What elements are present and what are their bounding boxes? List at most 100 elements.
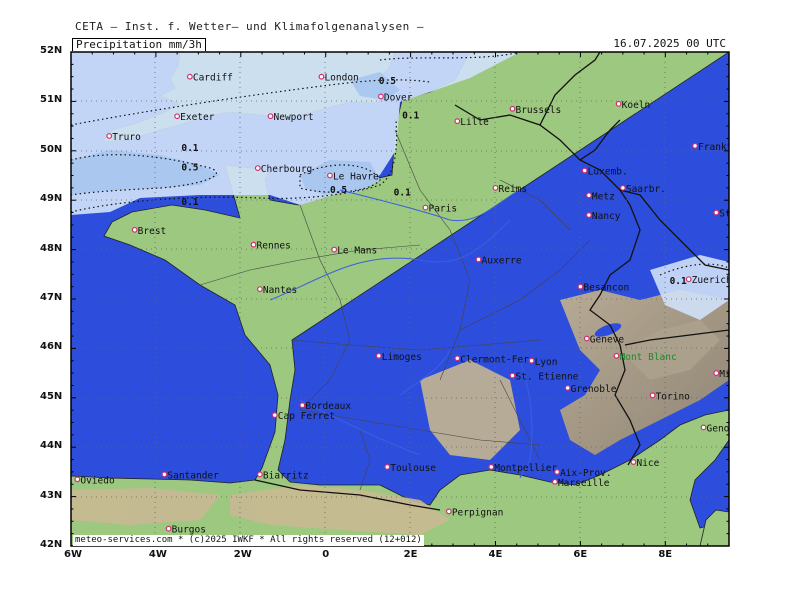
city-label: Marseille [558, 478, 610, 489]
city-dot [250, 241, 257, 248]
lat-tick-label: 46N [40, 341, 63, 353]
city-dot [299, 402, 306, 409]
lon-tick-label: 6E [573, 549, 588, 560]
city-marker: Cardiff [186, 73, 233, 84]
city-dot [700, 424, 707, 431]
city-dot [445, 508, 452, 515]
city-label: Luxemb. [588, 167, 628, 178]
city-dot [554, 469, 560, 475]
city-marker: Marseille [552, 478, 610, 489]
city-label: Nantes [263, 285, 297, 296]
city-label: Cherbourg [261, 164, 312, 175]
city-dot [586, 212, 592, 218]
city-label: Torino [656, 391, 691, 402]
city-label: St. Etienne [515, 372, 578, 383]
contour-label: 0.1 [394, 187, 411, 198]
city-dot [692, 142, 698, 149]
city-marker: Frankfurt [692, 142, 749, 153]
city-label: Grenoble [571, 384, 617, 395]
variable-label: Precipitation mm/3h [72, 38, 206, 51]
city-dot [271, 412, 278, 418]
lat-tick-label: 52N [40, 45, 63, 56]
city-label: Mont Blanc [620, 352, 677, 363]
city-marker: Reims [492, 184, 528, 195]
contour-label: 0.5 [379, 76, 396, 87]
footer-credit: meteo-services.com * (c)2025 IWKF * All … [73, 535, 424, 546]
city-marker: Mont Blanc [613, 352, 677, 363]
city-label: Truro [112, 132, 141, 143]
city-dot [509, 372, 516, 379]
city-dot [106, 133, 113, 139]
city-marker: Rennes [250, 241, 291, 252]
city-label: Montpellier [494, 463, 557, 474]
map-plot-area: 0.5 0.1 0.1 0.5 0.5 0.1 0.1 0.1 Cardiff London Do… [71, 52, 749, 546]
city-marker: Koeln [615, 100, 650, 111]
city-label: Biarritz [263, 470, 309, 481]
city-marker: Montpellier [488, 463, 557, 474]
city-marker: London [318, 73, 359, 84]
city-marker: Brest [131, 226, 167, 237]
precipitation-map: 0.5 0.1 0.1 0.5 0.5 0.1 0.1 0.1 Cardiff London Do… [70, 51, 749, 547]
lat-tick-label: 48N [40, 242, 63, 254]
city-marker: Le Mans [331, 246, 377, 257]
lon-tick-label: 4E [488, 549, 503, 560]
city-marker: Genova [700, 423, 729, 434]
lon-tick-label: 2W [233, 549, 252, 560]
city-marker: Exeter [174, 112, 215, 123]
city-marker: Lille [454, 117, 489, 128]
city-marker: Stuttgart [713, 209, 729, 220]
lat-tick-label: 42N [40, 539, 63, 550]
city-dot [713, 209, 720, 216]
city-dot [454, 355, 461, 362]
contour-label: 0.1 [402, 111, 419, 122]
city-marker: Cherbourg [254, 164, 312, 175]
contour-label: 0.1 [670, 276, 687, 287]
city-dot [552, 478, 558, 485]
city-label: Brest [138, 226, 167, 237]
city-dot [254, 165, 261, 171]
city-dot [174, 113, 181, 120]
city-marker: Biarritz [257, 470, 309, 481]
city-dot [488, 464, 495, 470]
city-label: Lille [460, 117, 489, 128]
city-dot [74, 476, 81, 483]
city-marker: Geneve [583, 335, 625, 346]
city-marker: Nancy [586, 211, 621, 222]
city-label: Limoges [382, 352, 422, 363]
city-marker: Paris [422, 204, 457, 215]
city-dot [318, 73, 325, 80]
city-label: Nancy [592, 211, 621, 222]
city-marker: Brussels [509, 105, 561, 116]
city-dot [257, 471, 263, 478]
city-marker: Truro [106, 132, 141, 143]
city-dot [161, 471, 168, 478]
city-label: Zuerich [692, 275, 732, 286]
city-label: Geneve [590, 335, 625, 346]
city-label: Reims [499, 184, 528, 195]
city-label: London [324, 73, 358, 84]
city-dot [492, 184, 499, 191]
city-label: Clermont-Fer [460, 354, 529, 365]
city-label: Auxerre [482, 255, 522, 266]
city-marker: Cap Ferret [271, 411, 335, 422]
city-marker: Zuerich [685, 275, 732, 286]
city-label: Metz [592, 191, 615, 202]
city-label: Nice [636, 458, 659, 469]
contour-label: 0.5 [330, 185, 347, 196]
city-dot [583, 335, 590, 342]
lat-tick-label: 47N [40, 292, 63, 303]
city-dot [422, 204, 429, 211]
city-label: Oviedo [80, 475, 115, 486]
city-marker: Perpignan [445, 507, 503, 518]
city-marker: Clermont-Fer [454, 354, 529, 365]
city-label: Frankfurt [698, 142, 749, 153]
lon-tick-label: 2E [403, 549, 418, 560]
city-marker: Saarbr. [619, 184, 666, 195]
city-marker: Santander [161, 470, 219, 481]
city-marker: Newport [267, 112, 314, 123]
lat-tick-label: 45N [40, 390, 63, 402]
city-dot [384, 464, 391, 470]
contour-label: 0.1 [181, 197, 198, 208]
city-marker: Grenoble [564, 384, 617, 395]
city-dot [630, 459, 637, 465]
